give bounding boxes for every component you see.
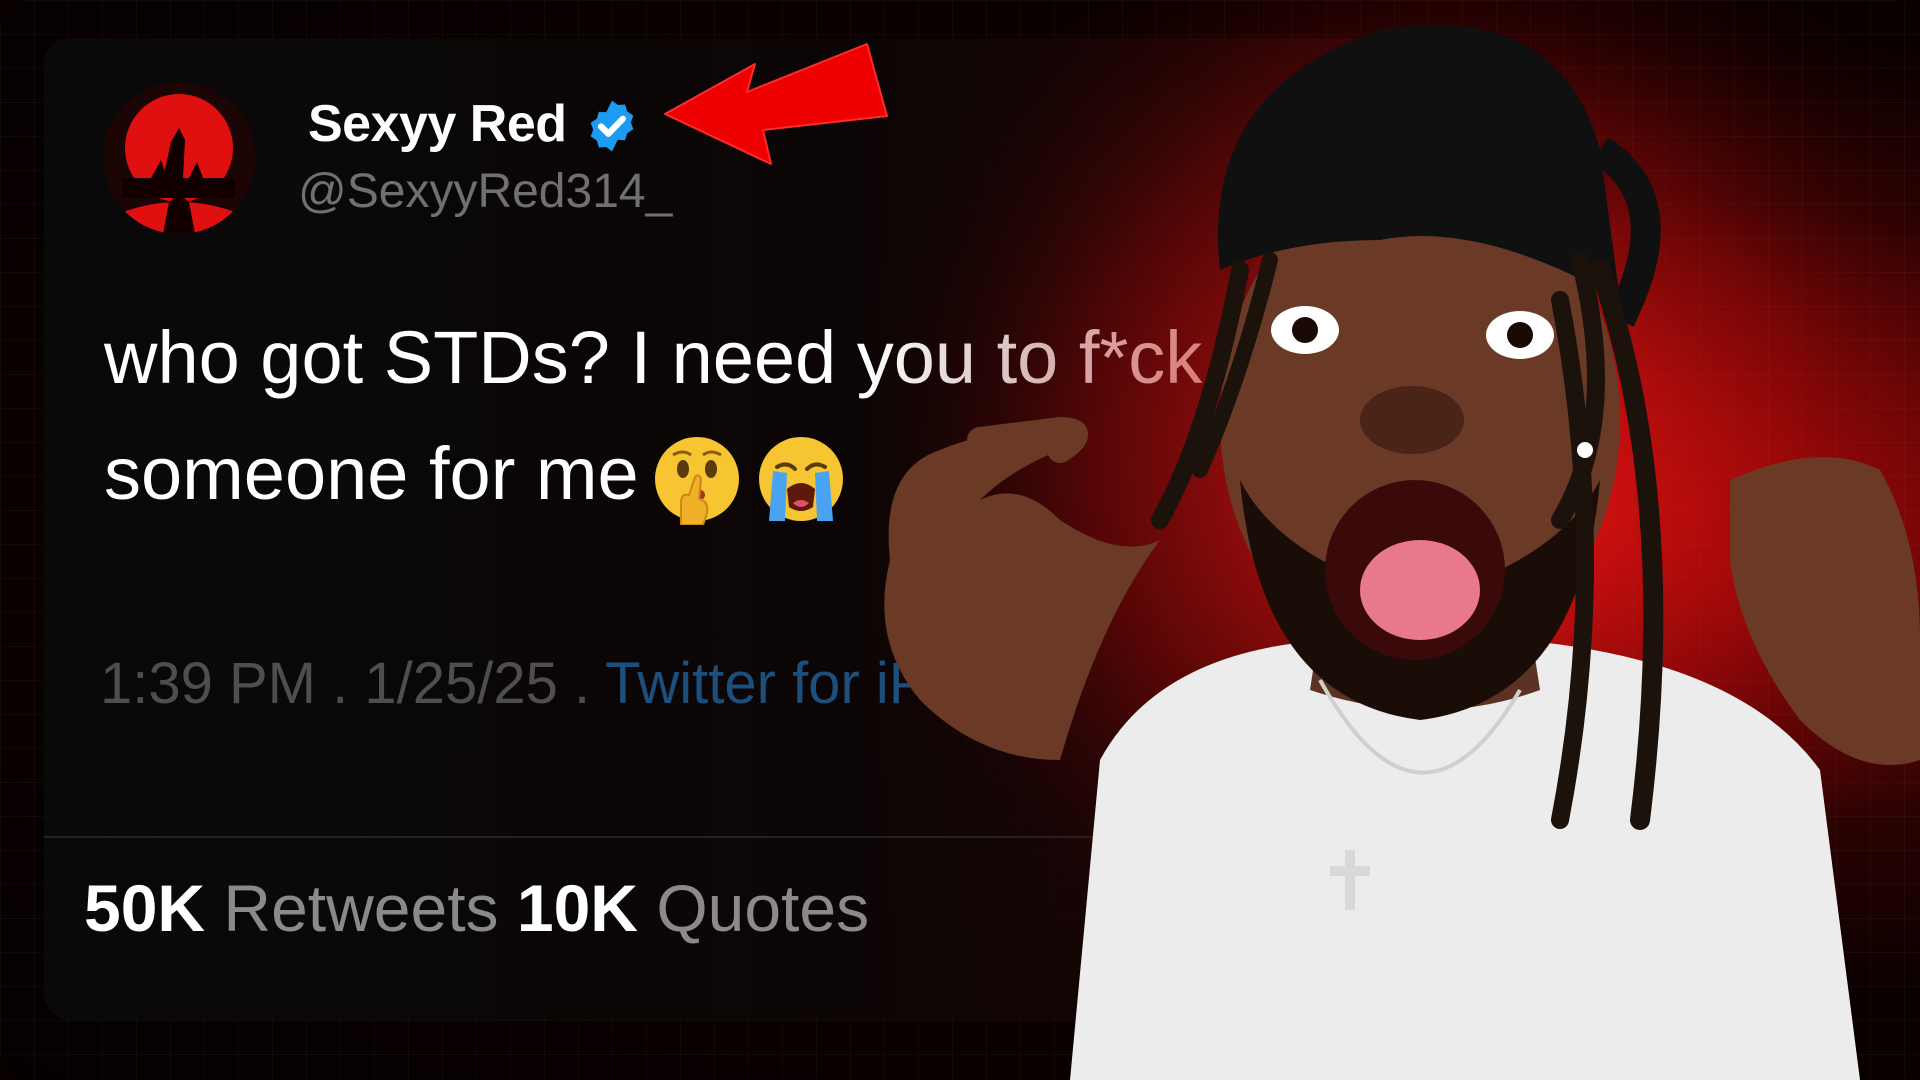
retweets-label[interactable]: Retweets <box>223 871 498 945</box>
quotes-label[interactable]: Quotes <box>656 871 869 945</box>
retweets-count[interactable]: 50K <box>84 871 205 945</box>
display-name[interactable]: Sexyy Red <box>308 94 567 154</box>
thumbnail-frame: Sexyy Red @SexyyRed314_ who got STDs? I … <box>0 0 1920 1080</box>
shushing-face-emoji-icon <box>654 437 739 526</box>
meta-separator: . <box>316 651 365 716</box>
tweet-date: 1/25/25 <box>364 651 558 716</box>
tweet-text-line-2-text: someone for me <box>104 432 639 515</box>
avatar-image <box>103 82 255 234</box>
red-arrow-icon <box>664 43 888 165</box>
tweet-time: 1:39 PM <box>100 651 316 716</box>
tweet-stats: 50K Retweets 10K Quotes <box>84 870 869 946</box>
user-handle[interactable]: @SexyyRed314_ <box>298 164 672 219</box>
loudly-crying-face-emoji-icon <box>758 437 843 522</box>
verified-badge-icon <box>590 100 634 152</box>
quotes-count[interactable]: 10K <box>517 871 638 945</box>
avatar[interactable] <box>103 82 255 234</box>
meta-separator: . <box>557 651 606 716</box>
reacting-person-image <box>860 0 1920 1080</box>
